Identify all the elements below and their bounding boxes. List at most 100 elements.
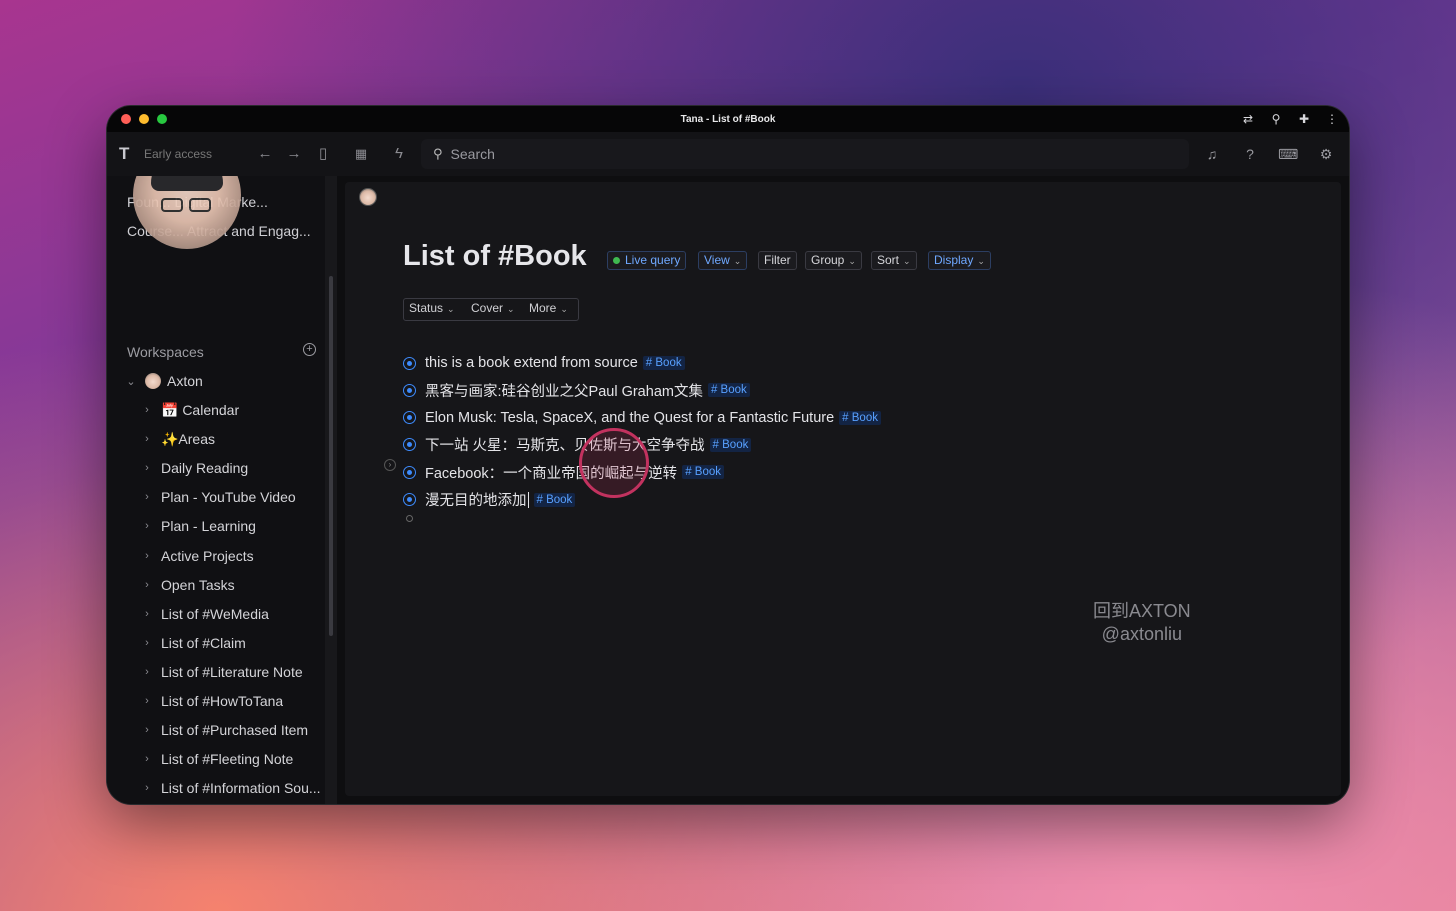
book-node[interactable]: 漫无目的地添加 # Book [403, 488, 576, 512]
sidebar-item[interactable]: › Daily Reading [107, 455, 325, 481]
sidebar-item[interactable]: › List of #HowToTana [107, 688, 325, 714]
chevron-right-icon[interactable]: › [141, 520, 153, 532]
sidebar: Foun... Digital Marke... Course... Attra… [107, 176, 337, 804]
bell-icon[interactable]: ♫ [1202, 144, 1222, 164]
node-bullet-icon[interactable] [403, 465, 416, 479]
chevron-right-icon[interactable]: › [141, 608, 153, 620]
breadcrumb-avatar[interactable] [359, 188, 377, 206]
new-node-bullet[interactable] [406, 515, 413, 522]
zoom-icon[interactable]: ⚲ [1269, 111, 1283, 127]
settings-gear-icon[interactable]: ⚙ [1316, 144, 1336, 164]
chevron-right-icon[interactable]: › [141, 404, 153, 416]
node-text[interactable]: this is a book extend from source [425, 355, 638, 371]
book-tag[interactable]: # Book [839, 410, 881, 425]
chevron-right-icon[interactable]: › [141, 550, 153, 562]
node-bullet-icon[interactable] [403, 438, 416, 452]
chevron-right-icon[interactable]: › [141, 753, 153, 765]
extensions-icon[interactable]: ✚ [1297, 111, 1311, 127]
sidebar-item[interactable]: › List of #WeMedia [107, 601, 325, 627]
sidebar-item-label: List of #Claim [161, 634, 246, 651]
watermark-line: @axtonliu [1101, 624, 1182, 644]
chevron-right-icon[interactable]: › [141, 666, 153, 678]
book-node[interactable]: 黑客与画家:硅谷创业之父Paul Graham文集 # Book [403, 378, 750, 402]
book-node[interactable]: this is a book extend from source # Book [403, 351, 685, 375]
book-node[interactable]: Elon Musk: Tesla, SpaceX, and the Quest … [403, 406, 881, 430]
toggle-sidebar-icon[interactable]: ▯ [312, 144, 334, 164]
more-menu-icon[interactable]: ⋮ [1325, 111, 1339, 127]
node-text[interactable]: 黑客与画家:硅谷创业之父Paul Graham文集 [425, 380, 703, 401]
chevron-right-icon[interactable]: › [141, 695, 153, 707]
chevron-right-icon[interactable]: › [141, 579, 153, 591]
expand-node-icon[interactable]: › [384, 459, 396, 471]
book-tag[interactable]: # Book [533, 492, 576, 507]
more-fields-dropdown[interactable]: More ⌄ [523, 299, 574, 320]
view-dropdown[interactable]: View ⌄ [698, 251, 748, 270]
book-tag[interactable]: # Book [642, 356, 685, 370]
chevron-right-icon[interactable]: › [141, 462, 153, 474]
chevron-down-icon: ⌄ [977, 256, 985, 266]
book-node[interactable]: 下一站 火星：马斯克、贝佐斯与大空争夺战 # Book [403, 433, 752, 457]
minimize-window-button[interactable] [139, 114, 149, 124]
book-node[interactable]: Facebook：一个商业帝国的崛起与逆转 # Book [403, 460, 724, 484]
sidebar-item[interactable]: › Plan - YouTube Video [107, 484, 325, 510]
cover-label: Cover [471, 301, 504, 315]
search-icon: ⚲ [433, 146, 443, 161]
chevron-right-icon[interactable]: › [141, 637, 153, 649]
sidebar-item[interactable]: › Active Projects [107, 543, 325, 569]
early-access-label: Early access [144, 147, 213, 161]
book-tag[interactable]: # Book [707, 383, 750, 398]
cover-field-dropdown[interactable]: Cover ⌄ [465, 299, 521, 320]
chevron-right-icon[interactable]: › [141, 491, 153, 503]
workspace-axton[interactable]: ⌄ Axton [107, 368, 325, 394]
status-field-dropdown[interactable]: Status ⌄ [403, 299, 461, 320]
node-text[interactable]: 下一站 火星：马斯克、贝佐斯与大空争夺战 [425, 434, 705, 455]
zoom-window-button[interactable] [157, 114, 167, 124]
chevron-right-icon[interactable]: › [141, 782, 153, 794]
keyboard-icon[interactable]: ⌨ [1278, 144, 1298, 164]
node-bullet-icon[interactable] [403, 383, 416, 397]
sidebar-item-label: List of #Information Sou... [161, 780, 321, 797]
add-workspace-icon[interactable]: + [303, 343, 316, 356]
sort-dropdown[interactable]: Sort ⌄ [871, 251, 917, 270]
chevron-right-icon[interactable]: › [141, 724, 153, 736]
close-window-button[interactable] [121, 114, 131, 124]
chevron-down-icon: ⌄ [848, 256, 856, 266]
window-controls [121, 114, 167, 124]
lightning-icon[interactable]: ϟ [388, 144, 410, 164]
sidebar-item[interactable]: › List of #Fleeting Note [107, 746, 325, 772]
page-title[interactable]: List of #Book [403, 240, 587, 273]
forward-arrow-icon[interactable]: → [283, 144, 305, 164]
sidebar-scrollbar[interactable] [329, 276, 333, 636]
sidebar-item[interactable]: › Open Tasks [107, 572, 325, 598]
tana-logo-icon[interactable]: T [119, 144, 139, 164]
sidebar-item[interactable]: › 📅 Calendar [107, 397, 325, 423]
watermark: 回到AXTON @axtonliu [1093, 600, 1191, 646]
sidebar-item[interactable]: › List of #Claim [107, 630, 325, 656]
book-tag[interactable]: # Book [682, 465, 724, 480]
sidebar-item-label: Plan - YouTube Video [161, 489, 296, 506]
live-query-chip[interactable]: Live query [607, 251, 687, 270]
node-text[interactable]: 漫无目的地添加 [425, 489, 527, 510]
sidebar-item[interactable]: › List of #Literature Note [107, 659, 325, 685]
book-tag[interactable]: # Book [709, 437, 752, 452]
node-bullet-icon[interactable] [403, 356, 416, 370]
node-text[interactable]: Elon Musk: Tesla, SpaceX, and the Quest … [425, 410, 834, 426]
display-dropdown[interactable]: Display ⌄ [928, 251, 991, 270]
sidebar-item[interactable]: › Plan - Learning [107, 513, 325, 539]
calendar-icon[interactable]: ▦ [350, 144, 372, 164]
group-dropdown[interactable]: Group ⌄ [805, 251, 862, 270]
node-bullet-icon[interactable] [403, 493, 416, 506]
sidebar-item-label: List of #Literature Note [161, 663, 303, 680]
chevron-right-icon[interactable]: › [141, 433, 153, 445]
sidebar-item[interactable]: › ✨Areas [107, 426, 325, 452]
node-bullet-icon[interactable] [403, 411, 416, 425]
search-input[interactable]: ⚲ Search [421, 139, 1189, 169]
back-arrow-icon[interactable]: ← [254, 144, 276, 164]
sidebar-item[interactable]: › List of #Purchased Item [107, 717, 325, 743]
filter-button[interactable]: Filter [758, 251, 797, 270]
sidebar-item[interactable]: › List of #Information Sou... [107, 775, 325, 801]
help-icon[interactable]: ? [1240, 144, 1260, 164]
chevron-down-icon: ⌄ [560, 304, 568, 314]
translate-icon[interactable]: ⇄ [1241, 111, 1255, 127]
chevron-down-icon[interactable]: ⌄ [125, 375, 137, 388]
